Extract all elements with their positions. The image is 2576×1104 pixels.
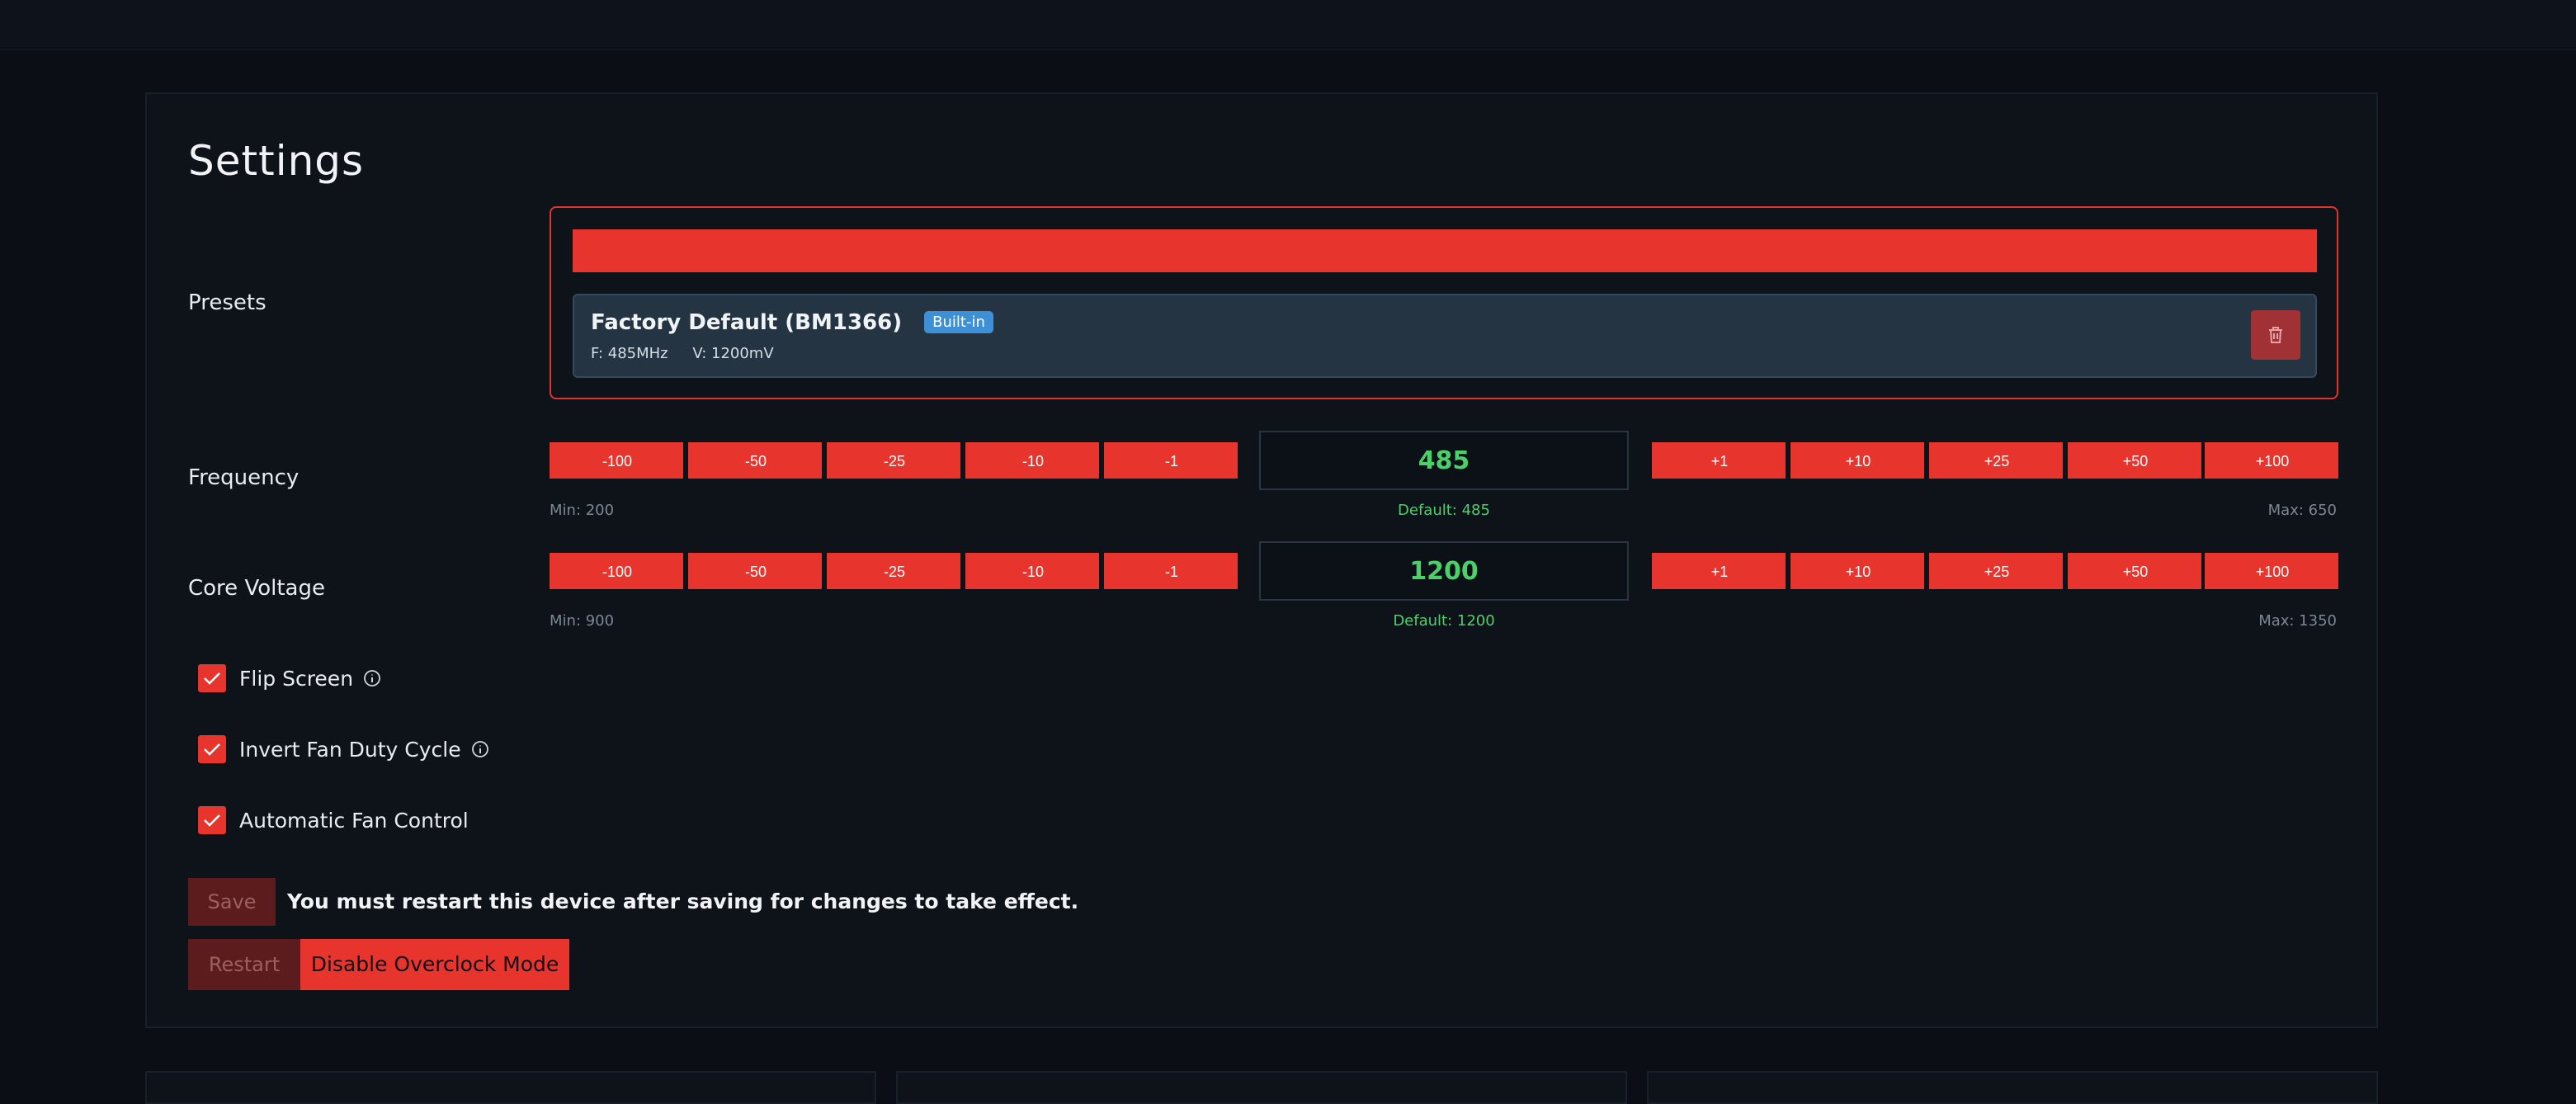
frequency-minus-1-button[interactable]: -1	[1104, 442, 1238, 479]
voltage-minus-50-button[interactable]: -50	[688, 553, 822, 589]
core-voltage-label: Core Voltage	[188, 576, 325, 601]
auto-fan-checkbox[interactable]	[198, 806, 226, 834]
voltage-minus-100-button[interactable]: -100	[550, 553, 683, 589]
frequency-plus-25-button[interactable]: +25	[1929, 442, 2063, 479]
frequency-min: Min: 200	[550, 502, 615, 519]
frequency-plus-1-button[interactable]: +1	[1652, 442, 1786, 479]
trash-icon	[2269, 327, 2282, 343]
presets-panel: Factory Default (BM1366) Built-in F: 485…	[550, 206, 2338, 399]
top-bar	[0, 0, 2576, 50]
check-icon	[204, 743, 220, 756]
voltage-plus-25-button[interactable]: +25	[1929, 553, 2063, 589]
option-invert-fan-duty-cycle[interactable]: Invert Fan Duty Cycle	[198, 733, 489, 766]
flip-screen-label: Flip Screen	[239, 666, 354, 691]
presets-label: Presets	[188, 290, 267, 315]
preset-frequency: F: 485MHz	[591, 345, 668, 362]
frequency-plus-10-button[interactable]: +10	[1790, 442, 1924, 479]
save-button[interactable]: Save	[188, 878, 276, 926]
bottom-card-1	[145, 1071, 876, 1104]
page-title: Settings	[188, 137, 365, 185]
option-flip-screen[interactable]: Flip Screen	[198, 662, 381, 695]
voltage-plus-10-button[interactable]: +10	[1790, 553, 1924, 589]
frequency-minus-50-button[interactable]: -50	[688, 442, 822, 479]
built-in-badge: Built-in	[924, 311, 993, 333]
voltage-plus-100-button[interactable]: +100	[2205, 553, 2338, 589]
frequency-minus-100-button[interactable]: -100	[550, 442, 683, 479]
voltage-plus-50-button[interactable]: +50	[2068, 553, 2201, 589]
auto-fan-label: Automatic Fan Control	[239, 808, 469, 833]
frequency-stepper: -100 -50 -25 -10 -1 485 +1 +10 +25 +50 +…	[550, 431, 2338, 490]
info-icon[interactable]	[363, 669, 381, 687]
core-voltage-max: Max: 1350	[2258, 612, 2337, 630]
preset-item-factory-default[interactable]: Factory Default (BM1366) Built-in F: 485…	[573, 294, 2317, 378]
bottom-card-3	[1647, 1071, 2378, 1104]
disable-overclock-button[interactable]: Disable Overclock Mode	[300, 939, 569, 990]
invert-fan-checkbox[interactable]	[198, 735, 226, 763]
frequency-max: Max: 650	[2267, 502, 2337, 519]
frequency-minus-10-button[interactable]: -10	[965, 442, 1099, 479]
core-voltage-default: Default: 1200	[1393, 612, 1495, 630]
settings-card: Settings Presets Factory Default (BM1366…	[145, 92, 2378, 1028]
frequency-label: Frequency	[188, 465, 300, 490]
voltage-minus-1-button[interactable]: -1	[1104, 553, 1238, 589]
presets-header-bar	[573, 229, 2317, 272]
core-voltage-value-input[interactable]: 1200	[1259, 541, 1629, 601]
check-icon	[204, 672, 220, 685]
frequency-value-input[interactable]: 485	[1259, 431, 1629, 490]
preset-name-text: Factory Default (BM1366)	[591, 310, 903, 335]
preset-name: Factory Default (BM1366) Built-in	[591, 310, 993, 335]
voltage-minus-10-button[interactable]: -10	[965, 553, 1099, 589]
bottom-card-2	[896, 1071, 1627, 1104]
core-voltage-min: Min: 900	[550, 612, 615, 630]
frequency-plus-100-button[interactable]: +100	[2205, 442, 2338, 479]
frequency-plus-50-button[interactable]: +50	[2068, 442, 2201, 479]
voltage-minus-25-button[interactable]: -25	[827, 553, 960, 589]
flip-screen-checkbox[interactable]	[198, 664, 226, 692]
info-icon[interactable]	[471, 740, 489, 758]
frequency-minus-25-button[interactable]: -25	[827, 442, 960, 479]
frequency-default: Default: 485	[1398, 502, 1490, 519]
restart-button[interactable]: Restart	[188, 939, 300, 990]
preset-voltage: V: 1200mV	[692, 345, 774, 362]
delete-preset-button[interactable]	[2251, 310, 2300, 360]
preset-meta: F: 485MHz V: 1200mV	[591, 345, 794, 362]
check-icon	[204, 814, 220, 827]
option-automatic-fan-control[interactable]: Automatic Fan Control	[198, 804, 469, 837]
voltage-plus-1-button[interactable]: +1	[1652, 553, 1786, 589]
invert-fan-label: Invert Fan Duty Cycle	[239, 737, 461, 762]
core-voltage-stepper: -100 -50 -25 -10 -1 1200 +1 +10 +25 +50 …	[550, 541, 2338, 601]
restart-notice: You must restart this device after savin…	[287, 889, 1079, 913]
